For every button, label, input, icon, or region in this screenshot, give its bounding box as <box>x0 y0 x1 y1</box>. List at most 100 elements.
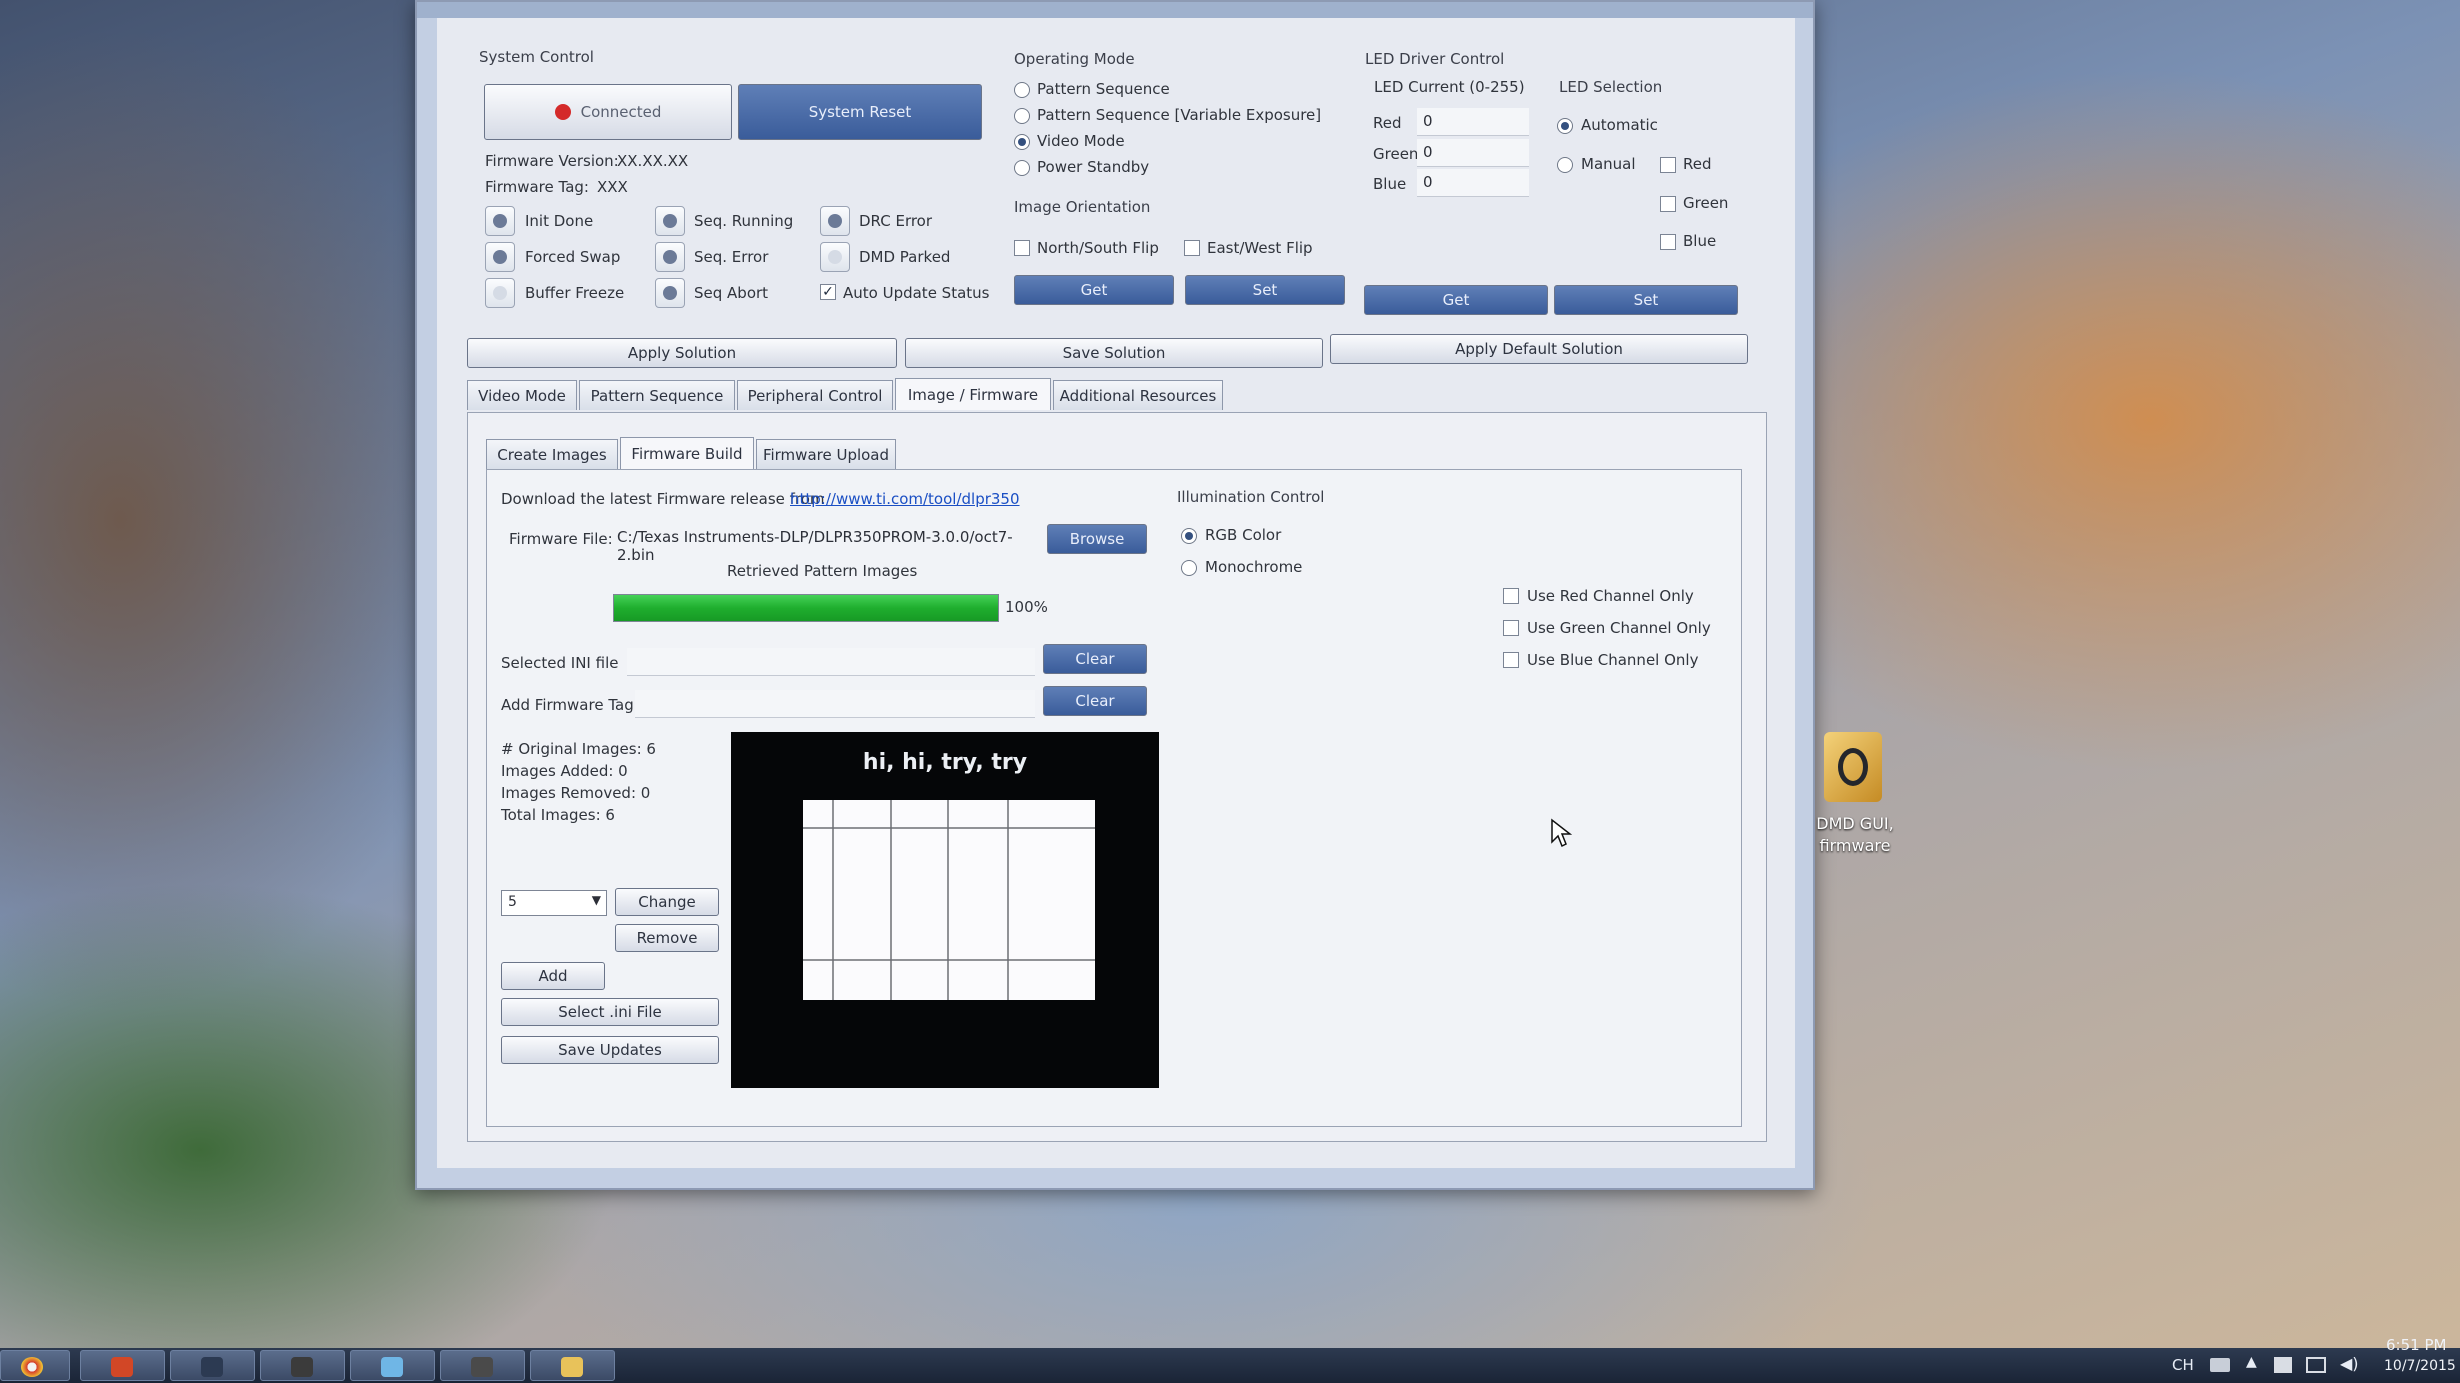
led-manual-label: Manual <box>1581 155 1636 173</box>
led-automatic-radio[interactable] <box>1557 118 1573 134</box>
change-image-button[interactable]: Change <box>615 888 719 916</box>
select-ini-file-button[interactable]: Select .ini File <box>501 998 719 1026</box>
image-firmware-panel: Create Images Firmware Build Firmware Up… <box>467 412 1767 1142</box>
download-text: Download the latest Firmware release fro… <box>501 490 825 508</box>
system-reset-button[interactable]: System Reset <box>738 84 982 140</box>
preview-grid-lines <box>803 800 1095 1000</box>
taskbar-gimp2-icon[interactable] <box>440 1350 525 1381</box>
sub-tab-strip: Create Images Firmware Build Firmware Up… <box>486 437 906 471</box>
mode-power-standby-label: Power Standby <box>1037 158 1150 176</box>
image-index-select[interactable]: 5 ▼ <box>501 890 607 916</box>
tab-pattern-sequence[interactable]: Pattern Sequence <box>579 380 735 410</box>
connected-button[interactable]: Connected <box>484 84 732 140</box>
apply-solution-button[interactable]: Apply Solution <box>467 338 897 368</box>
desktop-icon-label-1: DMD GUI, <box>1816 814 1894 833</box>
keyboard-icon[interactable] <box>2210 1358 2230 1372</box>
led-sel-green-label: Green <box>1683 194 1729 212</box>
desktop-icon-dmd-gui[interactable]: DMD GUI, firmware <box>1800 732 1910 862</box>
clock-date[interactable]: 10/7/2015 <box>2384 1358 2456 1374</box>
images-added-count: Images Added: 0 <box>501 762 628 780</box>
ini-file-field[interactable] <box>627 648 1035 676</box>
firmware-tag-field[interactable] <box>635 690 1035 718</box>
language-indicator[interactable]: CH <box>2172 1356 2194 1374</box>
auto-update-checkbox[interactable]: ✓ <box>820 284 836 300</box>
connected-status-icon <box>554 104 571 120</box>
led-blue-label: Blue <box>1373 175 1407 193</box>
led-green-label: Green <box>1373 145 1419 163</box>
tab-peripheral-control[interactable]: Peripheral Control <box>737 380 893 410</box>
red-only-checkbox[interactable] <box>1503 588 1519 604</box>
clear-tag-button[interactable]: Clear <box>1043 686 1147 716</box>
mode-power-standby-radio[interactable] <box>1014 160 1030 176</box>
init-done-led-icon <box>485 206 515 236</box>
mode-variable-exposure-label: Pattern Sequence [Variable Exposure] <box>1037 106 1322 124</box>
firmware-version-label: Firmware Version: <box>485 152 619 170</box>
led-green-input[interactable]: 0 <box>1417 139 1529 167</box>
tab-firmware-upload[interactable]: Firmware Upload <box>756 439 896 469</box>
seq-error-label: Seq. Error <box>694 248 769 266</box>
taskbar-powerpoint-icon[interactable] <box>80 1350 165 1381</box>
tab-video-mode[interactable]: Video Mode <box>467 380 577 410</box>
tab-image-firmware[interactable]: Image / Firmware <box>895 378 1051 410</box>
mode-pattern-sequence-radio[interactable] <box>1014 82 1030 98</box>
blue-only-label: Use Blue Channel Only <box>1527 651 1699 669</box>
led-blue-input[interactable]: 0 <box>1417 169 1529 197</box>
firmware-file-field[interactable]: C:/Texas Instruments-DLP/DLPR350PROM-3.0… <box>611 524 1037 564</box>
firmware-file-label: Firmware File: <box>509 530 613 548</box>
volume-icon[interactable]: ◀) <box>2340 1354 2359 1373</box>
window-titlebar[interactable] <box>417 2 1813 18</box>
seq-running-led-icon <box>655 206 685 236</box>
buffer-freeze-led-icon <box>485 278 515 308</box>
taskbar-app-icon[interactable] <box>170 1350 255 1381</box>
firmware-build-panel: Download the latest Firmware release fro… <box>486 469 1742 1127</box>
save-solution-button[interactable]: Save Solution <box>905 338 1323 368</box>
action-center-flag-icon[interactable] <box>2274 1357 2292 1373</box>
dlp-gui-window: System Control Connected System Reset Fi… <box>415 0 1815 1190</box>
taskbar-paint-icon[interactable] <box>350 1350 435 1381</box>
ns-flip-checkbox[interactable] <box>1014 240 1030 256</box>
led-get-button[interactable]: Get <box>1364 285 1548 315</box>
rgb-color-label: RGB Color <box>1205 526 1282 544</box>
led-manual-radio[interactable] <box>1557 157 1573 173</box>
led-sel-red-checkbox[interactable] <box>1660 157 1676 173</box>
tab-firmware-build[interactable]: Firmware Build <box>620 437 754 469</box>
save-updates-button[interactable]: Save Updates <box>501 1036 719 1064</box>
led-sel-blue-checkbox[interactable] <box>1660 234 1676 250</box>
remove-image-button[interactable]: Remove <box>615 924 719 952</box>
ew-flip-checkbox[interactable] <box>1184 240 1200 256</box>
firmware-tag-label: Firmware Tag: <box>485 178 589 196</box>
apply-default-solution-button[interactable]: Apply Default Solution <box>1330 334 1748 364</box>
orientation-get-button[interactable]: Get <box>1014 275 1174 305</box>
progress-percent: 100% <box>1005 598 1048 616</box>
preview-grid-image <box>803 800 1095 1000</box>
mode-video-radio[interactable] <box>1014 134 1030 150</box>
rgb-color-radio[interactable] <box>1181 528 1197 544</box>
led-set-button[interactable]: Set <box>1554 285 1738 315</box>
green-only-checkbox[interactable] <box>1503 620 1519 636</box>
network-icon[interactable] <box>2306 1357 2326 1373</box>
add-image-button[interactable]: Add <box>501 962 605 990</box>
mode-variable-exposure-radio[interactable] <box>1014 108 1030 124</box>
orientation-set-button[interactable]: Set <box>1185 275 1345 305</box>
taskbar-gimp-icon[interactable] <box>260 1350 345 1381</box>
retrieve-progress-fill <box>614 595 998 621</box>
led-red-label: Red <box>1373 114 1402 132</box>
led-red-input[interactable]: 0 <box>1417 108 1529 136</box>
download-link[interactable]: http://www.ti.com/tool/dlpr350 <box>790 490 1020 508</box>
clock-time[interactable]: 6:51 PM <box>2386 1336 2446 1354</box>
clear-ini-button[interactable]: Clear <box>1043 644 1147 674</box>
browse-button[interactable]: Browse <box>1047 524 1147 554</box>
main-tab-strip: Video Mode Pattern Sequence Peripheral C… <box>467 378 1757 414</box>
dmd-parked-label: DMD Parked <box>859 248 951 266</box>
tab-additional-resources[interactable]: Additional Resources <box>1053 380 1223 410</box>
taskbar-explorer-icon[interactable] <box>530 1350 615 1381</box>
tray-expand-icon[interactable]: ▲ <box>2246 1354 2257 1370</box>
start-button[interactable] <box>0 1350 70 1381</box>
led-sel-green-checkbox[interactable] <box>1660 196 1676 212</box>
monochrome-radio[interactable] <box>1181 560 1197 576</box>
images-removed-count: Images Removed: 0 <box>501 784 651 802</box>
blue-only-checkbox[interactable] <box>1503 652 1519 668</box>
led-driver-title: LED Driver Control <box>1365 50 1505 68</box>
total-images-count: Total Images: 6 <box>501 806 615 824</box>
tab-create-images[interactable]: Create Images <box>486 439 618 469</box>
